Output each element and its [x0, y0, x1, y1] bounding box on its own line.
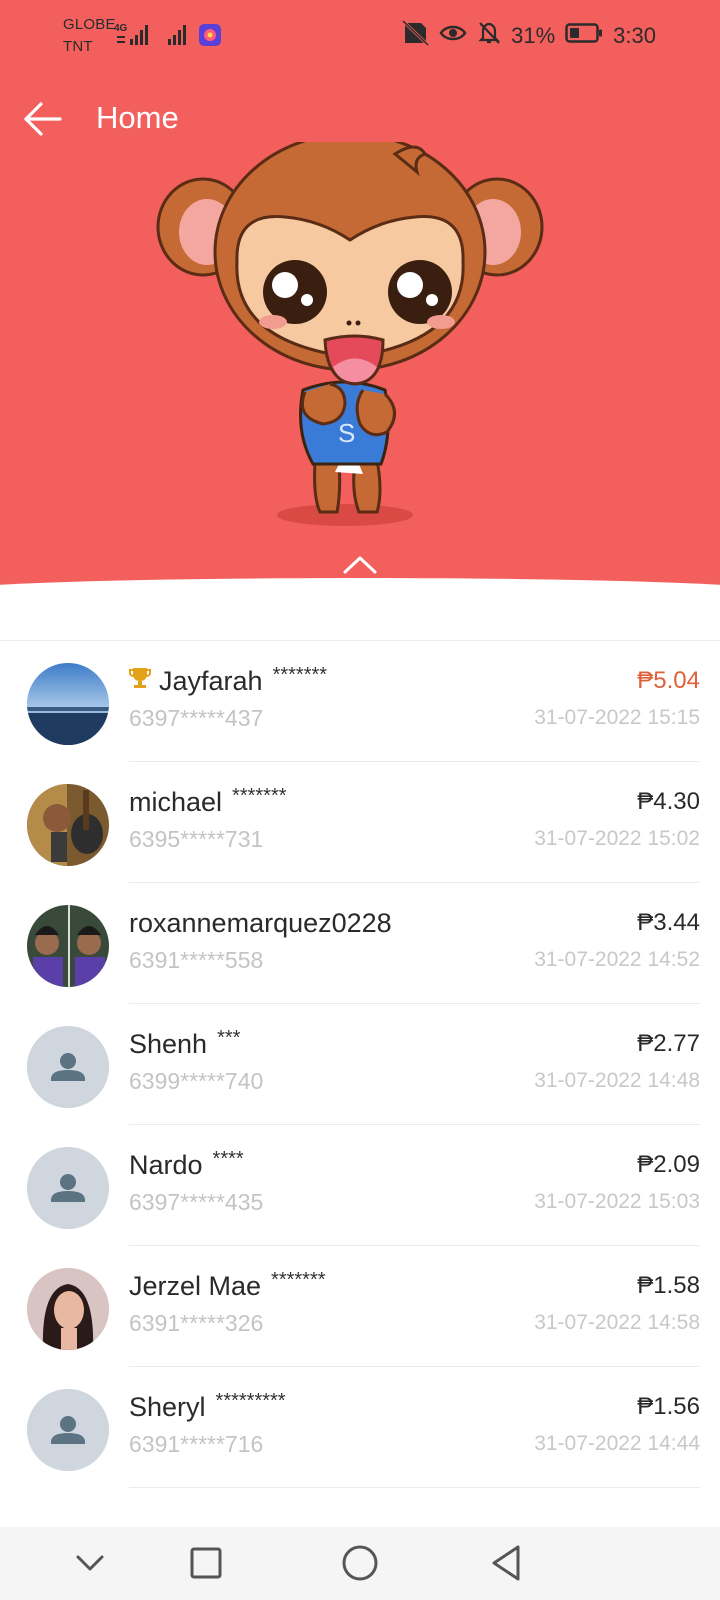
list-item[interactable]: Nardo **** 6397*****435 ₱2.09 31-07-2022 15:…	[0, 1125, 720, 1246]
signal-icon-sim1: 4G	[114, 22, 154, 48]
timestamp: 31-07-2022 15:03	[534, 1190, 700, 1213]
ranking-list: Jayfarah ******* 6397*****437 ₱5.04 31-07-20…	[0, 640, 720, 1488]
amount: ₱2.09	[637, 1151, 700, 1178]
status-bar: GLOBE TNT 4G 31% 3:30	[0, 0, 720, 72]
signal-icon-sim2	[166, 22, 192, 48]
avatar[interactable]	[27, 1389, 109, 1471]
masked-phone: 6395*****731	[129, 826, 264, 852]
amount: ₱3.44	[637, 909, 700, 936]
header-curve-divider	[0, 578, 720, 640]
user-name-line: Jayfarah *******	[129, 663, 327, 699]
masked-suffix: ****	[212, 1148, 244, 1170]
timestamp: 31-07-2022 14:52	[534, 948, 700, 971]
nav-back-button[interactable]	[484, 1539, 532, 1587]
user-name: michael	[129, 787, 223, 817]
user-name: roxannemarquez0228	[129, 908, 392, 938]
avatar[interactable]	[27, 663, 109, 745]
network-badge: 4G	[114, 23, 128, 34]
battery-icon	[565, 22, 603, 50]
avatar[interactable]	[27, 1268, 109, 1350]
carrier-labels: GLOBE TNT	[63, 14, 116, 58]
user-name: Jayfarah	[159, 666, 263, 696]
masked-phone: 6397*****435	[129, 1189, 264, 1215]
system-navigation-bar	[0, 1527, 720, 1600]
timestamp: 31-07-2022 14:58	[534, 1311, 700, 1334]
default-user-icon	[27, 1147, 109, 1229]
page-title: Home	[96, 100, 179, 135]
user-name: Nardo	[129, 1150, 203, 1180]
masked-phone: 6391*****558	[129, 947, 264, 973]
carrier-bottom-label: TNT	[63, 38, 93, 55]
eye-icon	[439, 23, 467, 49]
masked-phone: 6399*****740	[129, 1068, 264, 1094]
avatar[interactable]	[27, 1147, 109, 1229]
avatar[interactable]	[27, 1026, 109, 1108]
list-item[interactable]: Jayfarah ******* 6397*****437 ₱5.04 31-07-20…	[0, 641, 720, 762]
header-banner: GLOBE TNT 4G 31% 3:30 Home S	[0, 0, 720, 640]
chevron-down-icon	[76, 1555, 104, 1571]
timestamp: 31-07-2022 15:02	[534, 827, 700, 850]
list-item[interactable]: michael ******* 6395*****731 ₱4.30 31-07-202…	[0, 762, 720, 883]
timestamp: 31-07-2022 15:15	[534, 706, 700, 729]
user-name: Jerzel Mae	[129, 1271, 262, 1301]
svg-text:S: S	[338, 418, 355, 448]
masked-suffix: *********	[215, 1390, 286, 1412]
status-right-group: 31% 3:30	[401, 19, 656, 52]
circle-home-icon	[342, 1545, 378, 1581]
mute-bell-icon	[477, 20, 501, 52]
user-name-line: michael *******	[129, 784, 287, 820]
amount: ₱1.58	[637, 1272, 700, 1299]
user-name: Shenh	[129, 1029, 208, 1059]
collapse-chevron-icon[interactable]	[340, 552, 380, 576]
app-notification-icon	[198, 23, 222, 47]
clock-time: 3:30	[613, 23, 656, 48]
user-name-line: Jerzel Mae *******	[129, 1268, 326, 1304]
avatar[interactable]	[27, 784, 109, 866]
amount: ₱5.04	[637, 667, 700, 694]
timestamp: 31-07-2022 14:48	[534, 1069, 700, 1092]
masked-suffix: *******	[232, 785, 287, 807]
list-item[interactable]: Shenh *** 6399*****740 ₱2.77 31-07-2022 14:4…	[0, 1004, 720, 1125]
nav-hide-keyboard-button[interactable]	[66, 1539, 114, 1587]
amount: ₱1.56	[637, 1393, 700, 1420]
nav-home-button[interactable]	[336, 1539, 384, 1587]
masked-suffix: *******	[272, 664, 328, 686]
amount: ₱2.77	[637, 1030, 700, 1057]
masked-phone: 6397*****437	[129, 705, 264, 731]
carrier-top-label: GLOBE	[63, 16, 116, 33]
user-name-line: Shenh ***	[129, 1026, 240, 1062]
battery-percent: 31%	[511, 23, 556, 48]
amount: ₱4.30	[637, 788, 700, 815]
list-item[interactable]: roxannemarquez0228 6391*****558 ₱3.44 31-07…	[0, 883, 720, 1004]
user-name-line: roxannemarquez0228	[129, 905, 392, 941]
triangle-back-icon	[492, 1545, 520, 1581]
masked-phone: 6391*****716	[129, 1431, 264, 1457]
masked-suffix: ***	[217, 1027, 241, 1049]
masked-phone: 6391*****326	[129, 1310, 264, 1336]
default-user-icon	[27, 1389, 109, 1471]
timestamp: 31-07-2022 14:44	[534, 1432, 700, 1455]
square-icon	[190, 1547, 222, 1579]
avatar[interactable]	[27, 905, 109, 987]
user-name-line: Sheryl *********	[129, 1389, 286, 1425]
no-sim-card-icon	[401, 19, 430, 52]
user-name: Sheryl	[129, 1392, 206, 1422]
user-name-line: Nardo ****	[129, 1147, 244, 1183]
monkey-mascot-illustration: S	[155, 132, 555, 542]
back-arrow-icon	[24, 102, 62, 136]
back-button[interactable]	[22, 98, 64, 140]
list-item[interactable]: Sheryl ********* 6391*****716 ₱1.56 31-07-20…	[0, 1367, 720, 1488]
trophy-icon	[129, 663, 151, 699]
masked-suffix: *******	[271, 1269, 326, 1291]
list-item[interactable]: Jerzel Mae ******* 6391*****326 ₱1.58 31-07-…	[0, 1246, 720, 1367]
nav-recents-button[interactable]	[182, 1539, 230, 1587]
default-user-icon	[27, 1026, 109, 1108]
